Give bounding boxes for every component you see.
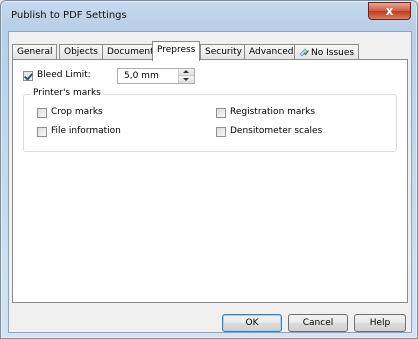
tab-label: Document xyxy=(107,47,154,57)
ok-button[interactable]: OK xyxy=(222,314,282,332)
tab-general[interactable]: General xyxy=(12,44,58,60)
bleed-limit-stepper[interactable]: 5,0 mm xyxy=(117,68,195,84)
dialog-window: Publish to PDF Settings x General Object… xyxy=(0,0,418,339)
densitometer-scales-checkbox[interactable] xyxy=(216,127,226,137)
window-title: Publish to PDF Settings xyxy=(11,10,127,21)
tab-label: Prepress xyxy=(157,45,196,55)
printers-marks-group: Printer's marks Crop marks Registration … xyxy=(23,88,397,152)
help-button[interactable]: Help xyxy=(354,314,406,332)
group-title: Printer's marks xyxy=(31,88,103,98)
crop-marks-checkbox[interactable] xyxy=(37,108,47,118)
tab-no-issues[interactable]: No Issues xyxy=(294,44,360,60)
spin-buttons xyxy=(178,69,194,83)
tab-prepress[interactable]: Prepress xyxy=(152,41,201,61)
tab-advanced[interactable]: Advanced xyxy=(244,44,299,60)
close-button[interactable]: x xyxy=(368,2,411,20)
bleed-limit-label: Bleed Limit: xyxy=(37,70,91,80)
tab-strip: General Objects Document Prepress Securi… xyxy=(12,41,408,61)
tab-security[interactable]: Security xyxy=(200,44,247,60)
tab-label: Advanced xyxy=(249,47,294,57)
cancel-button[interactable]: Cancel xyxy=(288,314,348,332)
file-information-checkbox[interactable] xyxy=(37,127,47,137)
tab-objects[interactable]: Objects xyxy=(59,44,104,60)
bleed-limit-value[interactable]: 5,0 mm xyxy=(124,71,159,81)
tab-label: Objects xyxy=(64,47,99,57)
tab-label: Security xyxy=(205,47,242,57)
registration-marks-label: Registration marks xyxy=(230,107,316,117)
dialog-client-area: General Objects Document Prepress Securi… xyxy=(8,31,412,333)
tab-label: General xyxy=(17,47,53,57)
spin-up-icon[interactable] xyxy=(179,69,194,76)
bleed-limit-checkbox[interactable] xyxy=(23,71,33,81)
spin-down-icon[interactable] xyxy=(179,76,194,83)
registration-marks-checkbox[interactable] xyxy=(216,108,226,118)
file-information-label: File information xyxy=(51,126,121,136)
issues-check-icon xyxy=(299,48,309,56)
tab-label: No Issues xyxy=(311,48,355,58)
prepress-panel: Bleed Limit: 5,0 mm Printer's marks Crop… xyxy=(12,59,408,303)
tab-document[interactable]: Document xyxy=(102,44,159,60)
densitometer-scales-label: Densitometer scales xyxy=(230,126,323,136)
title-bar[interactable]: Publish to PDF Settings x xyxy=(1,1,417,31)
crop-marks-label: Crop marks xyxy=(51,107,103,117)
